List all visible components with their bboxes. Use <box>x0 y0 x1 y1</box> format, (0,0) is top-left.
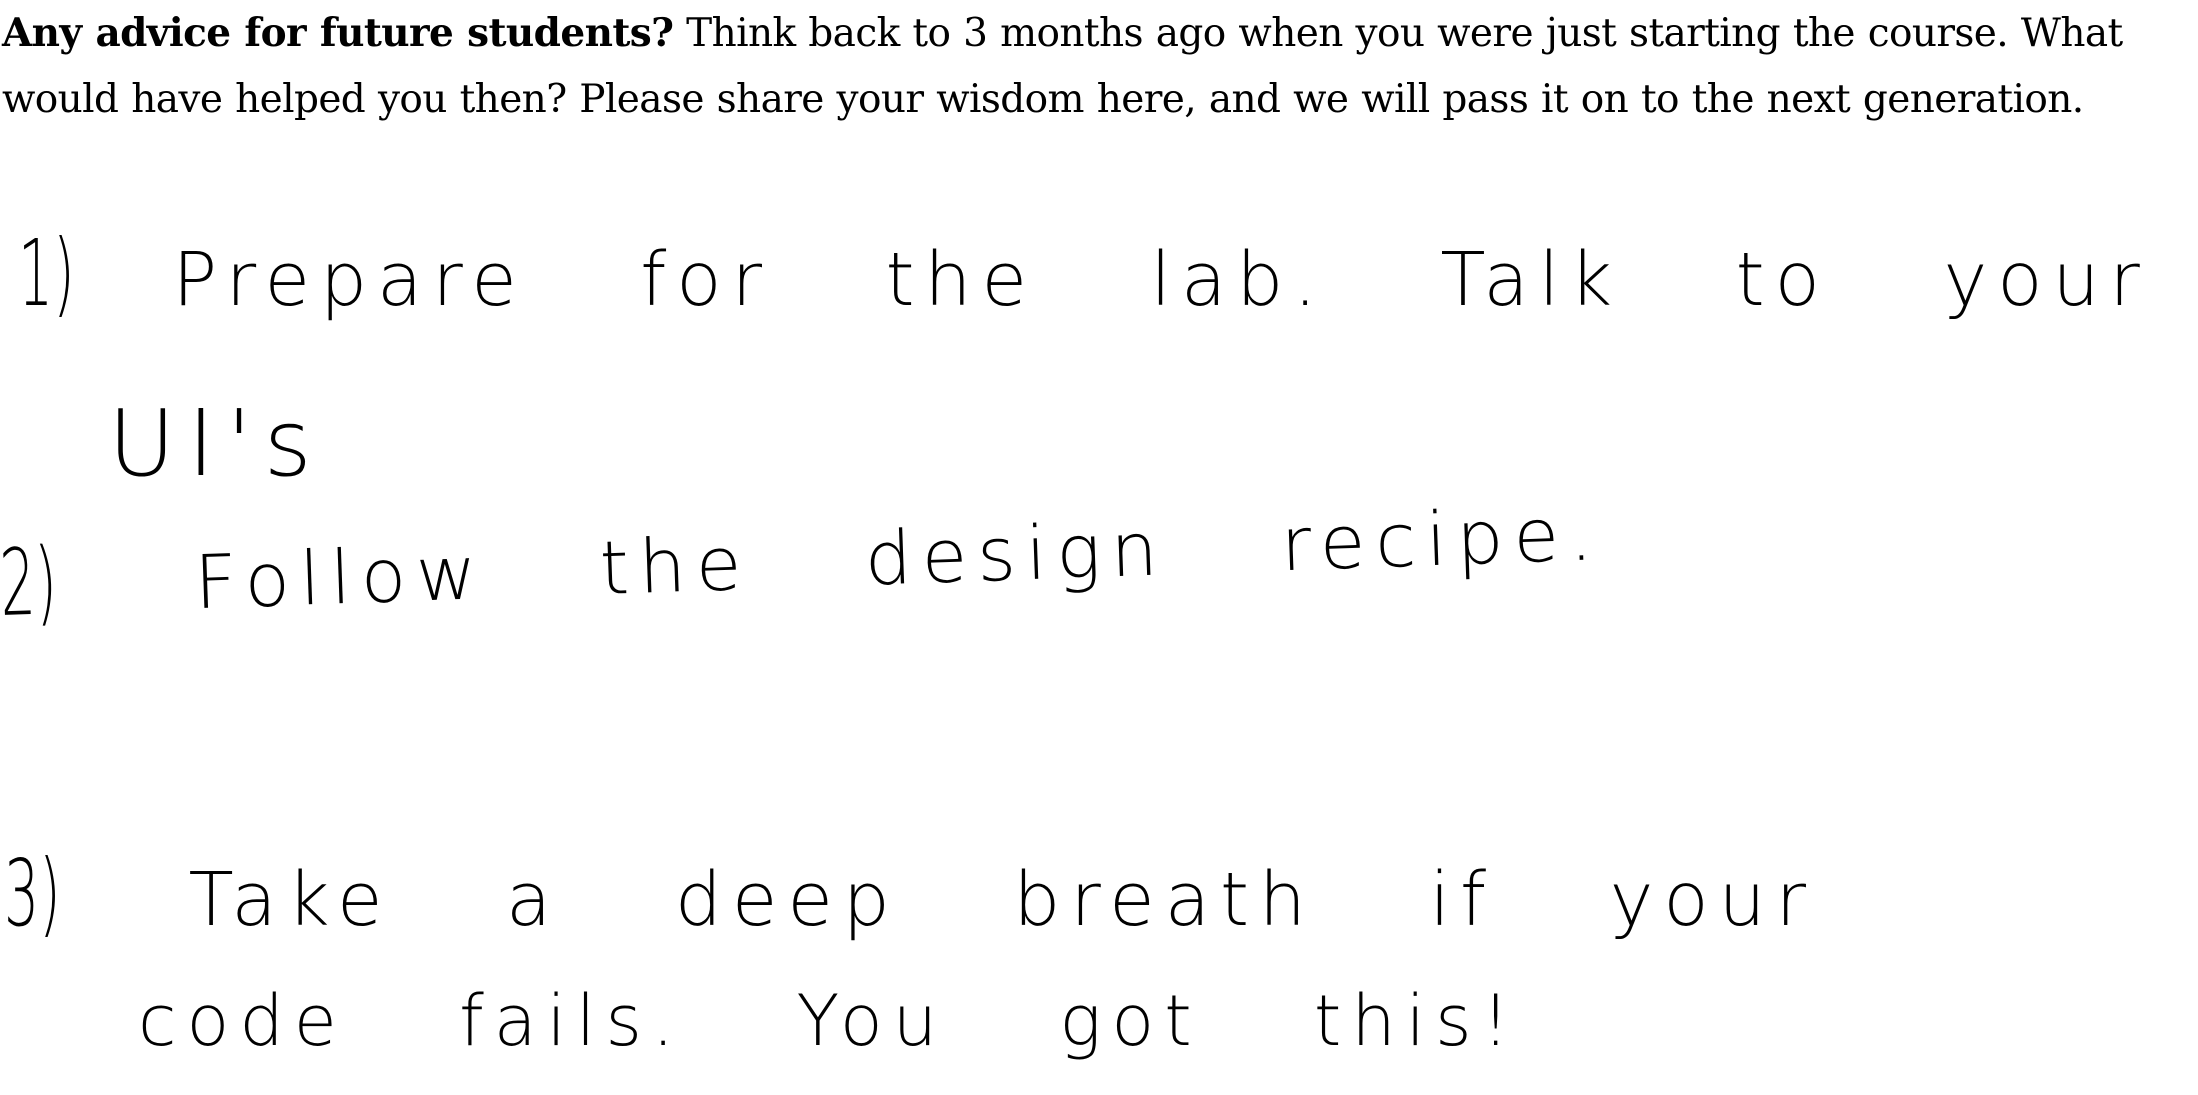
answer-item-3-continuation: code fails. You got this! <box>138 980 1520 1062</box>
handwritten-answer: 1) Prepare for the lab. Talk to your UI's… <box>0 0 2198 1095</box>
answer-item-3: 3) Take a deep breath if your <box>4 840 1816 947</box>
answer-item-text: Follow the design recipe. <box>193 491 1604 627</box>
answer-item-number: 2) <box>0 528 59 637</box>
answer-item-number: 3) <box>4 840 61 947</box>
answer-item-2: 2) Follow the design recipe. <box>0 474 1604 637</box>
answer-item-text: Prepare for the lab. Talk to your <box>172 237 2150 323</box>
answer-item-1: 1) Prepare for the lab. Talk to your <box>18 220 2150 327</box>
answer-item-1-continuation: UI's <box>108 390 324 497</box>
answer-item-number: 1) <box>18 220 75 327</box>
answer-item-text: Take a deep breath if your <box>188 857 1817 943</box>
